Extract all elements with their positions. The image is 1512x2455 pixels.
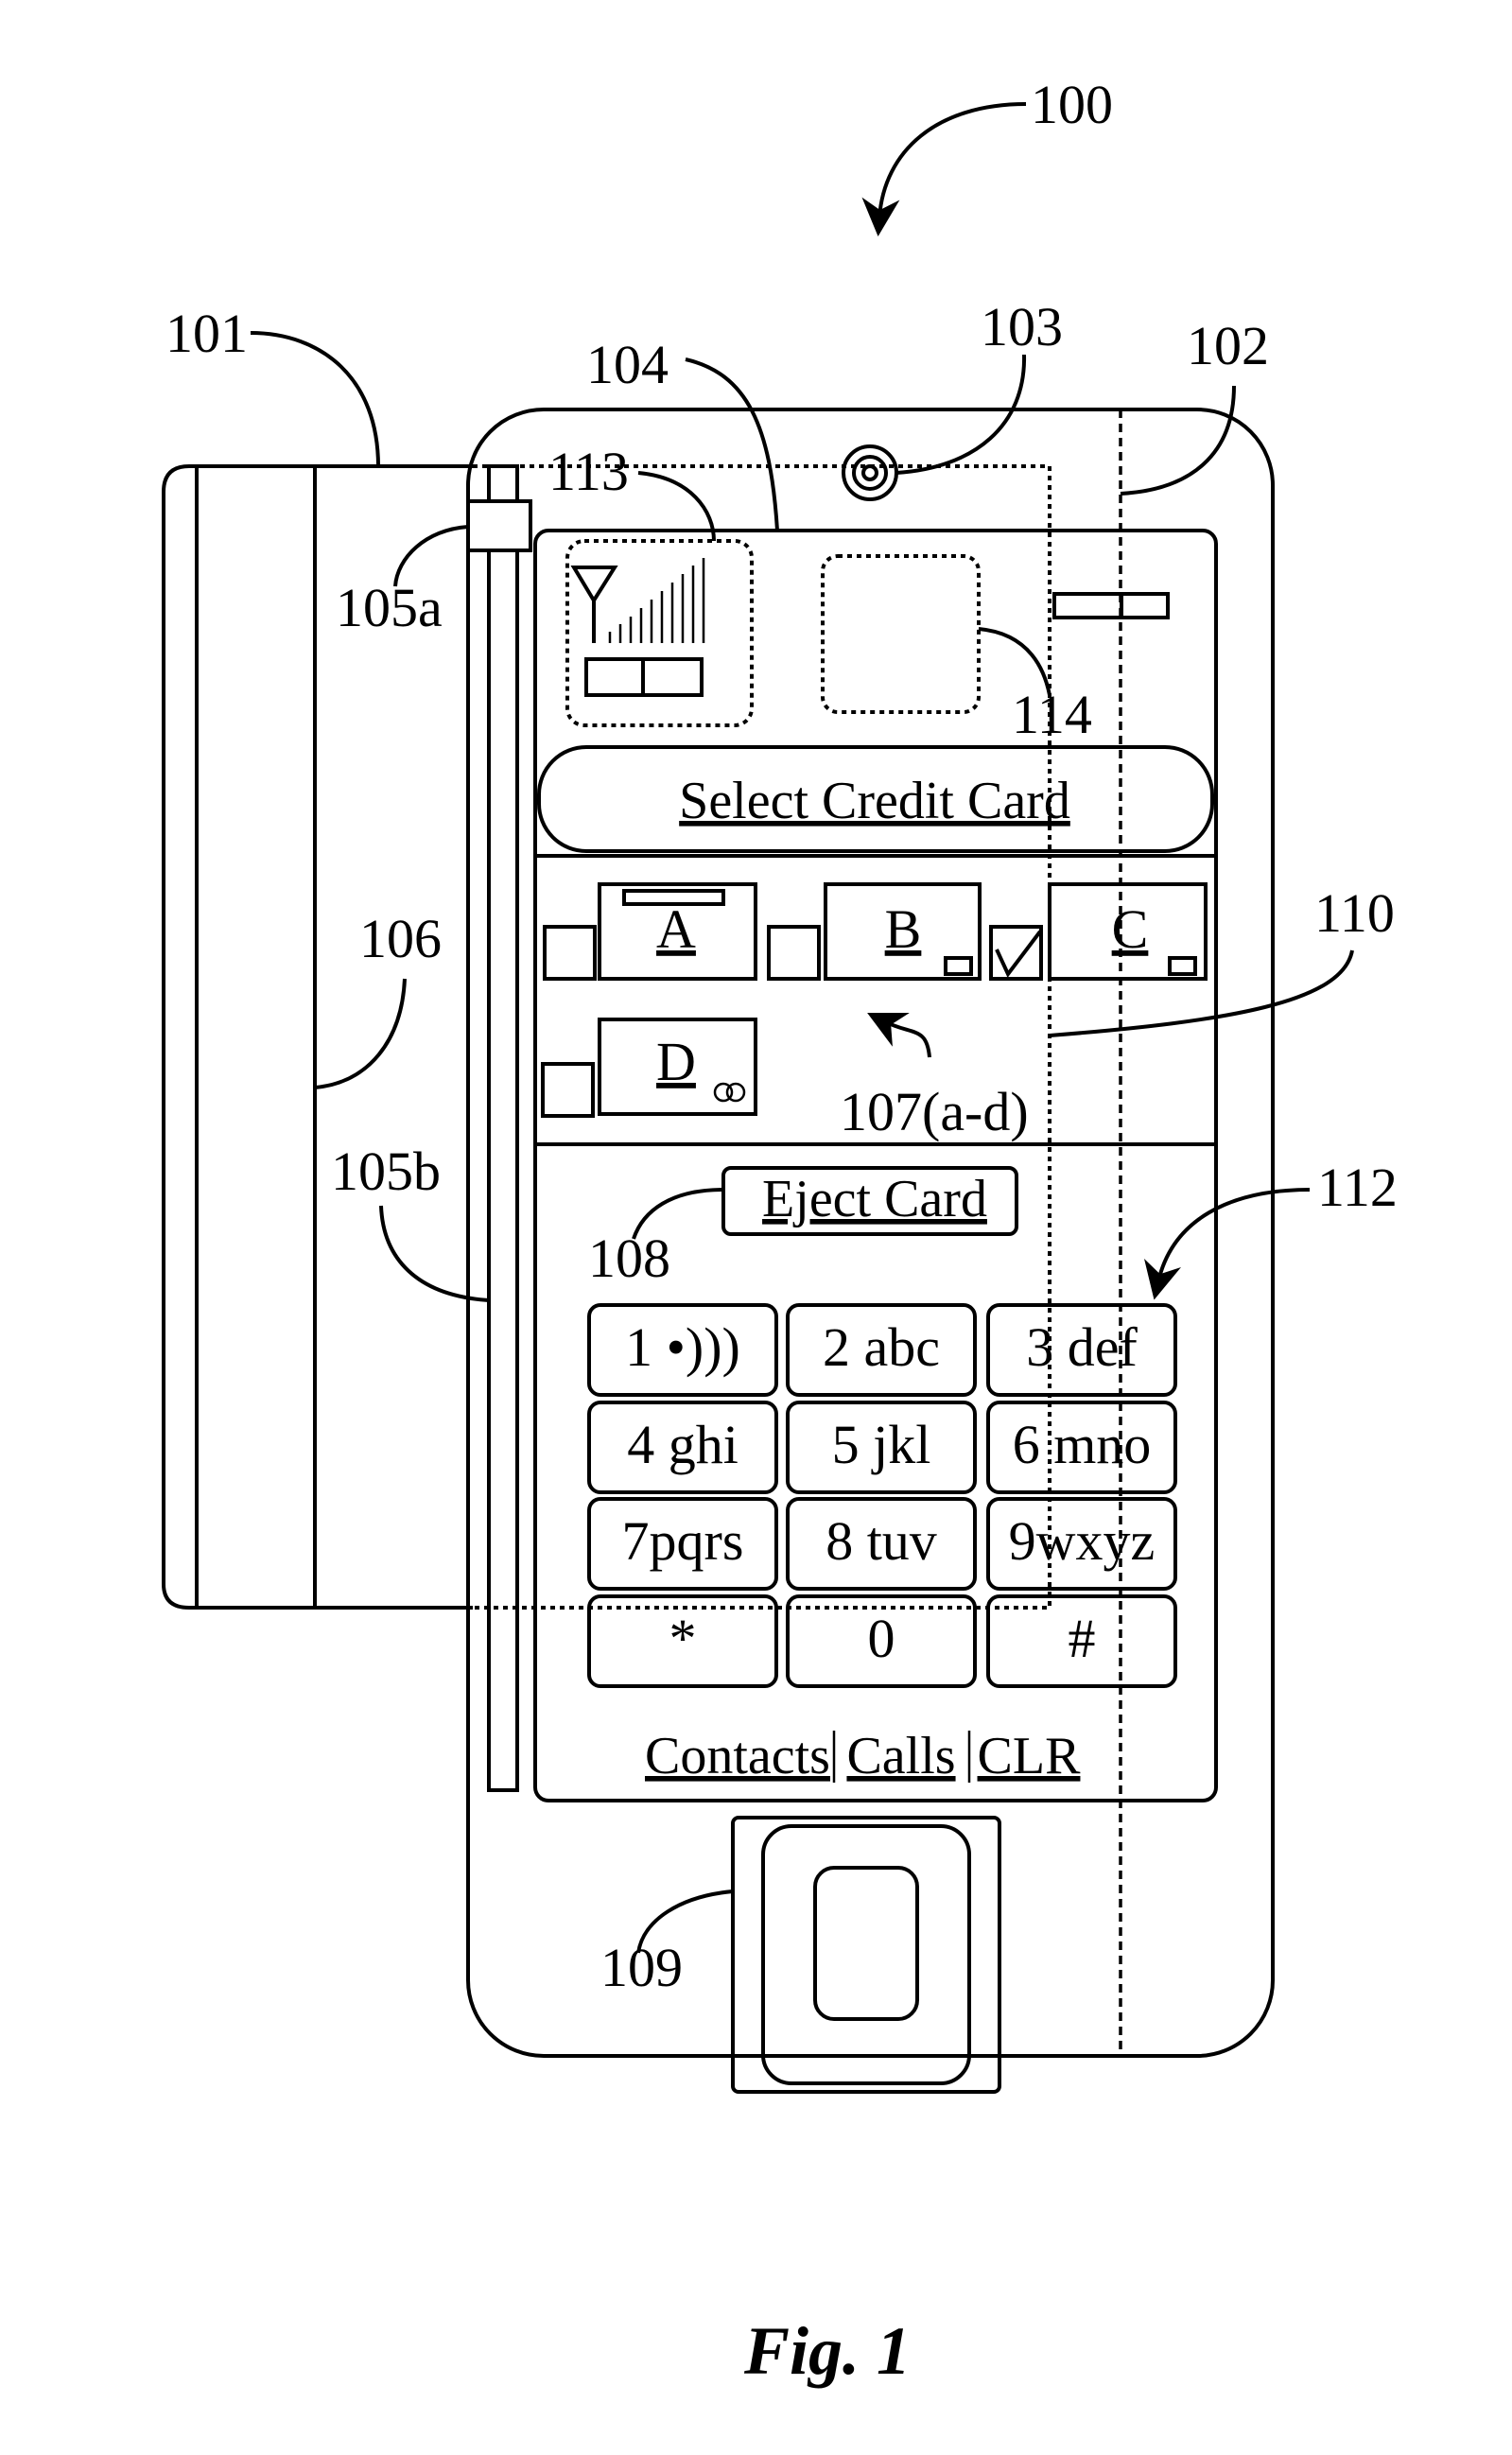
keypad-key[interactable]: 9wxyz — [986, 1497, 1177, 1591]
keypad: 1 •))) 2 abc 3 def 4 ghi 5 jkl 6 mno 7pqrs 8 tu… — [587, 1303, 1177, 1688]
ref-100-arrow — [861, 102, 1027, 236]
patent-figure: 100 Select Credit Card A B C D 107(a-d) … — [162, 74, 1398, 2389]
keypad-key[interactable]: * — [587, 1594, 778, 1688]
card-option-d[interactable]: D — [541, 1018, 757, 1118]
ref-102-leader — [1120, 385, 1236, 496]
contacts-link[interactable]: Contacts — [645, 1727, 830, 1785]
card-option-b[interactable]: B — [767, 882, 982, 981]
key-label: 8 tuv — [826, 1510, 937, 1572]
ref-107-arrow — [867, 1013, 931, 1058]
speaker-icon — [1052, 592, 1170, 619]
keypad-key[interactable]: 7pqrs — [587, 1497, 778, 1591]
key-label: 0 — [868, 1608, 895, 1669]
ref-114: 114 — [1012, 684, 1092, 745]
keypad-key[interactable]: 3 def — [986, 1303, 1177, 1397]
figure-caption: Fig. 1 — [743, 2313, 911, 2389]
card-b-chip — [944, 956, 973, 976]
ref-101-leader — [250, 331, 380, 467]
key-label: 2 abc — [823, 1316, 940, 1378]
key-label: 3 def — [1026, 1316, 1138, 1378]
checkmark-icon — [995, 930, 1042, 978]
ref-102: 102 — [1187, 315, 1269, 376]
select-credit-card-label: Select Credit Card — [679, 772, 1070, 830]
ref-110: 110 — [1314, 882, 1395, 944]
ref-104: 104 — [586, 334, 669, 395]
keypad-key[interactable]: 2 abc — [786, 1303, 977, 1397]
ref-106: 106 — [359, 908, 442, 969]
calls-link[interactable]: Calls — [846, 1727, 955, 1785]
inserted-card-outline — [473, 464, 1051, 1610]
keypad-key[interactable]: 4 ghi — [587, 1401, 778, 1494]
checkbox-a[interactable] — [543, 925, 597, 981]
card-d-logo-right — [725, 1082, 746, 1103]
clr-link[interactable]: CLR — [978, 1727, 1082, 1785]
ref-101: 101 — [165, 303, 248, 364]
key-label: * — [669, 1608, 697, 1669]
checkbox-d[interactable] — [541, 1062, 595, 1118]
key-label: # — [1069, 1608, 1096, 1669]
home-button-frame — [731, 1816, 1001, 2094]
key-label: 5 jkl — [832, 1414, 931, 1475]
ref-105b-leader — [379, 1205, 490, 1302]
ref-104-leader — [685, 357, 779, 531]
signal-bars-icon — [608, 558, 705, 643]
ref-105b: 105b — [331, 1140, 441, 1202]
ref-108: 108 — [588, 1228, 670, 1289]
key-label: 6 mno — [1013, 1414, 1152, 1475]
key-label: 4 ghi — [627, 1414, 739, 1475]
card-c-chip — [1168, 956, 1197, 976]
checkbox-b[interactable] — [767, 925, 821, 981]
card-b-label: B — [885, 898, 922, 960]
image-area-114 — [821, 554, 981, 714]
card-c-label: C — [1112, 898, 1149, 960]
card-option-a[interactable]: A — [543, 882, 757, 981]
camera-icon — [861, 464, 878, 481]
ref-100: 100 — [1031, 74, 1113, 135]
keypad-key[interactable]: 8 tuv — [786, 1497, 977, 1591]
key-label: 7pqrs — [622, 1510, 744, 1572]
card-a-label: A — [656, 898, 696, 960]
ref-106-leader — [314, 978, 407, 1089]
keypad-key[interactable]: # — [986, 1594, 1177, 1688]
ref-103-leader — [895, 354, 1027, 475]
ref-113: 113 — [548, 441, 629, 502]
card-option-c[interactable]: C — [989, 882, 1208, 981]
home-button-icon — [813, 1866, 919, 2021]
keypad-key[interactable]: 5 jkl — [786, 1401, 977, 1494]
card-d-label: D — [656, 1031, 696, 1092]
slot-105a — [466, 499, 532, 552]
keypad-key[interactable]: 0 — [786, 1594, 977, 1688]
ref-110-leader — [1049, 949, 1354, 1037]
ref-112-arrow — [1144, 1188, 1311, 1300]
ref-103: 103 — [981, 296, 1063, 357]
key-label: 1 •))) — [625, 1316, 740, 1378]
ref-105a: 105a — [336, 577, 443, 638]
keypad-key[interactable]: 1 •))) — [587, 1303, 778, 1397]
card-slot-rail — [487, 464, 519, 1792]
key-label: 9wxyz — [1009, 1510, 1156, 1572]
camera-mid — [852, 455, 888, 491]
eject-card-label: Eject Card — [762, 1170, 987, 1228]
ref-107: 107(a-d) — [840, 1081, 1029, 1142]
camera-outer — [842, 444, 898, 501]
ref-112: 112 — [1317, 1157, 1398, 1218]
home-button[interactable] — [761, 1824, 971, 2085]
keypad-key[interactable]: 6 mno — [986, 1401, 1177, 1494]
antenna-icon — [570, 566, 618, 643]
